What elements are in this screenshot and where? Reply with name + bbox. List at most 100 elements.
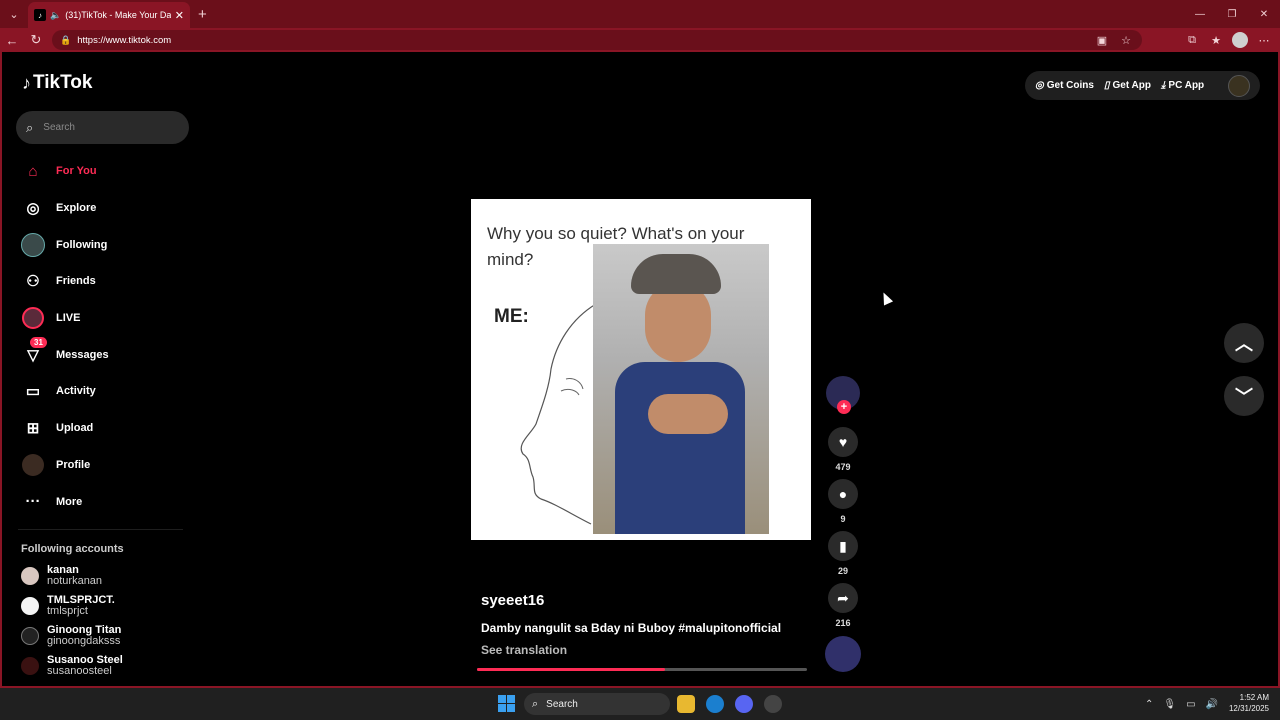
search-icon: ⌕ [26,119,34,135]
sidebar-item-following[interactable]: Following [18,226,188,263]
restore-icon[interactable]: ❐ [1216,0,1248,28]
minimize-icon[interactable]: — [1184,0,1216,28]
window-controls: — ❐ ✕ [1184,0,1280,28]
search-input[interactable]: ⌕ Search [16,111,189,144]
following-avatar [18,232,48,257]
sidebar-item-live[interactable]: LIVE [18,300,188,337]
pc-app-label: PC App [1168,80,1205,91]
figure-body [615,362,745,534]
following-account-item[interactable]: TMLSPRJCT. tmlsprjct [21,595,115,617]
system-tray: ⌃ 🎙 ▭ 🔊 [1140,688,1223,720]
steam-icon[interactable] [764,695,782,713]
url-field[interactable]: 🔒 https://www.tiktok.com ▣ ☆ [52,30,1142,50]
logo-text: TikTok [33,72,93,93]
nav-label: Messages [56,348,109,361]
sidebar-item-activity[interactable]: ▭ Activity [18,373,188,410]
system-clock[interactable]: 1:52 AM 12/31/2025 [1224,692,1269,714]
get-app-label: Get App [1112,80,1151,91]
video-description: Damby nangulit sa Bday ni Buboy #malupit… [481,621,782,635]
video-username[interactable]: syeeet16 [481,592,544,609]
profile-avatar[interactable] [1228,29,1252,51]
save-button[interactable]: ▮ [828,531,858,561]
home-icon: ⌂ [28,162,38,180]
sidebar-item-more[interactable]: ··· More [18,483,188,520]
browser-tab[interactable]: ♪ 🔈 (31)TikTok - Make Your Day ✕ [28,2,190,28]
mouse-cursor [878,290,894,306]
sidebar-item-for-you[interactable]: ⌂ For You [18,153,188,190]
file-explorer-icon[interactable] [677,695,695,713]
avatar [21,567,39,585]
extensions-icon[interactable]: ⧉ [1180,29,1204,51]
favorites-icon[interactable]: ★ [1204,29,1228,51]
sidebar-item-friends[interactable]: ⚇ Friends [18,263,188,300]
follow-plus-icon[interactable]: + [837,400,851,414]
account-handle: noturkanan [47,575,103,587]
previous-video-button[interactable]: ︿ [1224,323,1264,363]
close-window-icon[interactable]: ✕ [1248,0,1280,28]
network-icon[interactable]: ▭ [1186,699,1195,710]
tiktok-favicon-icon: ♪ [34,9,46,21]
search-icon: ⌕ [532,697,539,710]
microphone-icon[interactable]: 🎙 [1163,699,1176,710]
discord-icon[interactable] [735,695,753,713]
sidebar-item-profile[interactable]: Profile [18,447,188,484]
sidebar-item-messages[interactable]: ▽ 31 Messages [18,336,188,373]
nav-label: Profile [56,458,91,471]
following-accounts-title: Following accounts [21,543,124,555]
see-translation-link[interactable]: See translation [481,643,567,657]
windows-start-icon[interactable] [498,695,515,712]
figure-cap [631,254,721,294]
heart-icon: ♥ [838,434,848,450]
favorite-star-icon[interactable]: ☆ [1114,29,1138,51]
creator-avatar[interactable]: + [826,376,860,414]
taskbar-search[interactable]: ⌕ Search [524,693,670,715]
sidebar-nav: ⌂ For You ◎ Explore Following ⚇ Friends … [18,153,188,520]
message-square-icon: ▭ [25,383,41,401]
sidebar-item-explore[interactable]: ◎ Explore [18,190,188,227]
speaker-icon[interactable]: 🔈 [50,10,61,21]
chevron-up-icon[interactable]: ⌃ [1145,699,1153,710]
following-account-item[interactable]: Ginoong Titan ginoongdaksss [21,625,121,647]
close-tab-icon[interactable]: ✕ [175,9,184,22]
following-account-item[interactable]: kanan noturkanan [21,565,102,587]
back-icon[interactable]: ← [0,28,24,52]
nav-label: For You [56,165,97,178]
tab-list-button[interactable]: ⌄ [2,2,26,26]
pc-app-button[interactable]: ⤓ PC App [1161,80,1204,91]
more-icon: ··· [25,493,41,511]
tab-bar: ⌄ ♪ 🔈 (31)TikTok - Make Your Day ✕ + — ❐… [0,0,1280,28]
refresh-icon[interactable]: ↻ [24,28,48,52]
compass-icon: ◎ [26,200,40,218]
share-button[interactable]: ➦ [828,583,858,613]
comment-count: 9 [840,514,846,524]
nav-label: LIVE [56,312,81,325]
new-tab-button[interactable]: + [198,6,207,23]
app-available-icon[interactable]: ▣ [1090,29,1114,51]
get-coins-button[interactable]: ◎ Get Coins [1035,80,1094,91]
tiktok-logo[interactable]: ♪ TikTok [22,72,92,94]
nav-label: Upload [56,422,94,435]
volume-icon[interactable]: 🔊 [1206,699,1218,710]
account-handle: ginoongdaksss [47,635,121,647]
comment-button[interactable]: ● [828,479,858,509]
edge-browser-icon[interactable] [706,695,724,713]
figure-arms [648,394,728,434]
next-creator-avatar[interactable] [825,636,861,672]
next-video-button[interactable]: ﹀ [1224,376,1264,416]
user-avatar[interactable] [1228,74,1250,97]
save-count: 29 [837,566,848,576]
nav-label: Activity [56,385,96,398]
taskbar-search-label: Search [546,698,578,710]
get-app-button[interactable]: ▯ Get App [1104,80,1151,91]
avatar [21,597,39,615]
video-player[interactable]: Why you so quiet? What's on your mind? M… [471,199,811,540]
like-button[interactable]: ♥ [828,427,858,457]
following-account-item[interactable]: Susanoo Steel susanoosteel [21,655,123,677]
live-avatar [18,307,48,330]
video-progress-bar[interactable] [477,668,807,671]
menu-more-icon[interactable]: ⋯ [1252,29,1276,51]
get-coins-label: Get Coins [1046,80,1094,91]
nav-label: Explore [56,202,97,215]
sidebar-item-upload[interactable]: ⊞ Upload [18,410,188,447]
search-placeholder: Search [43,122,75,133]
